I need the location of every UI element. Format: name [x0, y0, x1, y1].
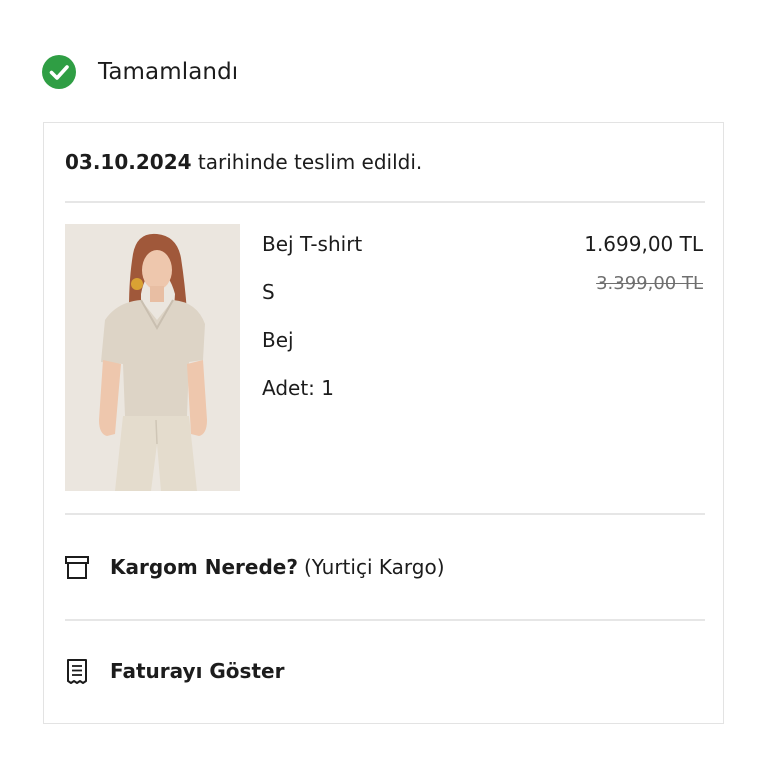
- product-image[interactable]: [65, 224, 240, 491]
- divider: [65, 619, 705, 621]
- product-name[interactable]: Bej T-shirt: [262, 230, 362, 278]
- order-status: Tamamlandı: [42, 54, 238, 90]
- track-shipment-button[interactable]: Kargom Nerede? (Yurtiçi Kargo): [64, 553, 445, 581]
- order-card: 03.10.2024 tarihinde teslim edildi. Bej …: [43, 122, 724, 724]
- status-label: Tamamlandı: [98, 59, 239, 85]
- track-shipment-label: Kargom Nerede?: [110, 555, 298, 579]
- carrier-name: (Yurtiçi Kargo): [303, 555, 445, 579]
- show-invoice-button[interactable]: Faturayı Göster: [64, 657, 284, 685]
- package-icon: [64, 553, 90, 581]
- product-size: S: [262, 280, 275, 304]
- original-price: 3.399,00 TL: [596, 273, 703, 294]
- delivery-info: 03.10.2024 tarihinde teslim edildi.: [65, 150, 422, 174]
- current-price: 1.699,00 TL: [584, 232, 703, 256]
- product-color: Bej: [262, 328, 294, 352]
- receipt-icon: [64, 657, 90, 685]
- product-details: Bej T-shirt S Bej Adet: 1: [262, 230, 362, 422]
- product-price: 1.699,00 TL 3.399,00 TL: [584, 230, 703, 296]
- delivery-date: 03.10.2024: [65, 150, 192, 174]
- show-invoice-label: Faturayı Göster: [110, 659, 285, 683]
- divider: [65, 513, 705, 515]
- product-quantity: Adet: 1: [262, 376, 334, 400]
- check-circle-icon: [42, 55, 76, 89]
- delivery-text: tarihinde teslim edildi.: [191, 150, 423, 174]
- divider: [65, 201, 705, 203]
